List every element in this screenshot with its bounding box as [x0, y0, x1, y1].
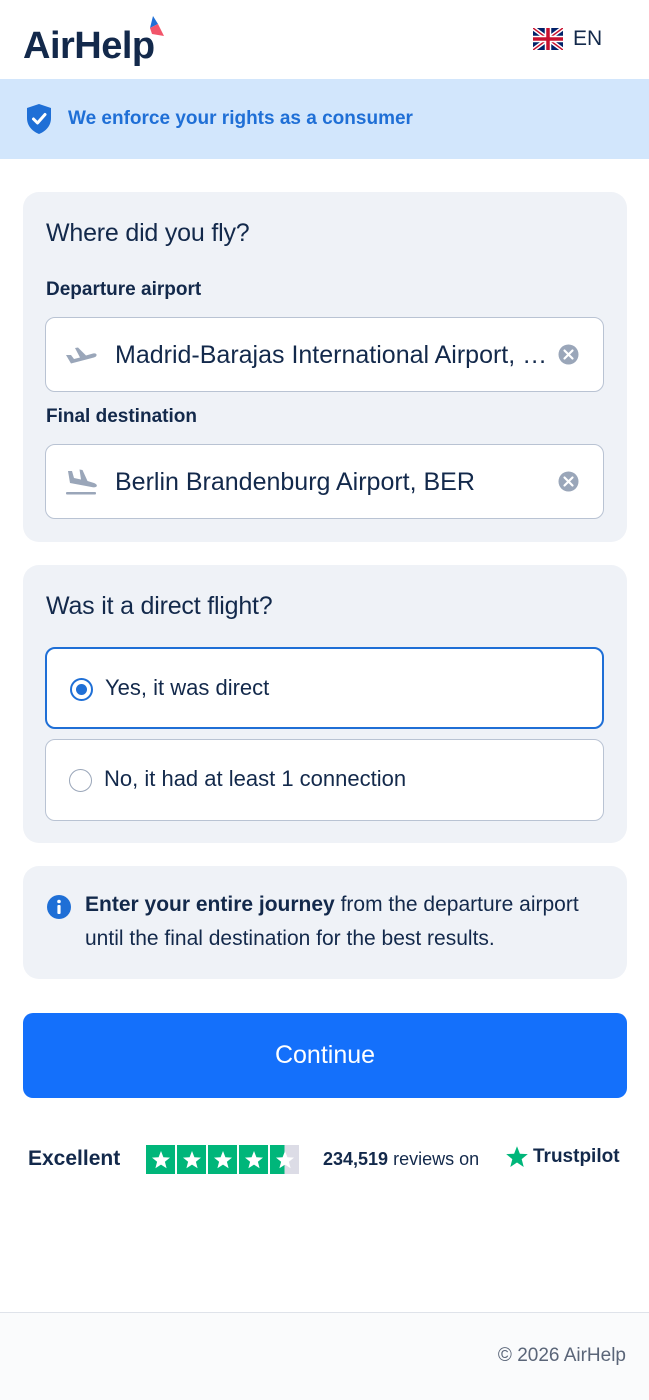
banner-text: We enforce your rights as a consumer — [68, 108, 413, 129]
radio-connection[interactable] — [69, 769, 92, 792]
reviews-on-text: reviews on — [393, 1149, 480, 1169]
option-connection-label: No, it had at least 1 connection — [104, 766, 407, 791]
clear-departure-icon[interactable] — [558, 344, 579, 365]
star-icon — [239, 1145, 268, 1174]
takeoff-plane-icon — [66, 347, 97, 364]
trustpilot-review-count: 234,519 reviews on — [323, 1149, 479, 1170]
departure-field[interactable]: Madrid-Barajas International Airport, MA… — [45, 317, 604, 392]
info-text-bold: Enter your entire journey — [85, 893, 335, 916]
consumer-rights-banner: We enforce your rights as a consumer — [0, 79, 649, 159]
star-icon — [177, 1145, 206, 1174]
destination-field[interactable]: Berlin Brandenburg Airport, BER — [45, 444, 604, 519]
clear-destination-icon[interactable] — [558, 471, 579, 492]
star-icon — [146, 1145, 175, 1174]
departure-value: Madrid-Barajas International Airport, MA… — [115, 341, 555, 369]
radio-direct[interactable] — [70, 678, 93, 701]
direct-flight-card: Was it a direct flight? Yes, it was dire… — [23, 565, 627, 843]
review-count-number: 234,519 — [323, 1149, 389, 1169]
trustpilot-widget[interactable]: Excellent 234,519 reviews on Trustpilot — [28, 1144, 628, 1176]
route-title: Where did you fly? — [46, 219, 250, 247]
option-direct-label: Yes, it was direct — [105, 675, 270, 700]
landing-plane-icon — [66, 469, 97, 495]
uk-flag-icon — [533, 28, 563, 50]
copyright-text: © 2026 AirHelp — [497, 1345, 626, 1366]
footer: © 2026 AirHelp — [0, 1313, 649, 1400]
option-connection[interactable]: No, it had at least 1 connection — [45, 739, 604, 821]
shield-check-icon — [27, 104, 51, 134]
route-card: Where did you fly? Departure airport Mad… — [23, 192, 627, 542]
airhelp-logo[interactable]: AirHelp — [23, 24, 155, 68]
info-card: Enter your entire journey from the depar… — [23, 866, 627, 979]
trustpilot-rating-word: Excellent — [28, 1147, 121, 1170]
destination-value: Berlin Brandenburg Airport, BER — [115, 468, 475, 496]
trustpilot-brand-name: Trustpilot — [533, 1146, 620, 1167]
logo-mark-icon — [150, 16, 164, 36]
header: AirHelp EN — [0, 0, 649, 79]
star-icon — [208, 1145, 237, 1174]
trustpilot-brand: Trustpilot — [505, 1145, 620, 1169]
info-icon — [47, 895, 71, 919]
language-selector[interactable]: EN — [533, 27, 602, 51]
trustpilot-stars — [146, 1145, 299, 1174]
trustpilot-star-icon — [506, 1146, 528, 1167]
departure-label: Departure airport — [46, 279, 202, 300]
language-code: EN — [573, 27, 603, 50]
option-direct[interactable]: Yes, it was direct — [45, 647, 604, 729]
half-star-icon — [270, 1145, 299, 1174]
destination-label: Final destination — [46, 406, 197, 427]
continue-button[interactable]: Continue — [23, 1013, 627, 1098]
info-text: Enter your entire journey from the depar… — [85, 888, 615, 956]
direct-flight-title: Was it a direct flight? — [46, 592, 273, 620]
